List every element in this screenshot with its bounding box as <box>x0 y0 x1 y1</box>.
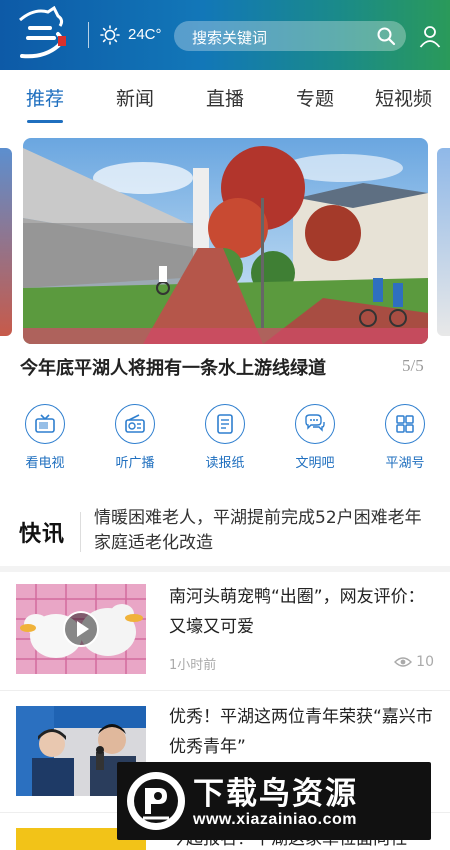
video-play-icon[interactable] <box>62 610 100 648</box>
tab-topics[interactable]: 专题 <box>296 84 334 111</box>
flash-logo-text: 快讯 <box>19 522 66 547</box>
newspaper-icon <box>217 414 233 434</box>
category-tabs: 推荐 新闻 直播 专题 短视频 <box>0 70 450 123</box>
news-title[interactable]: 优秀！平湖这两位青年荣获“嘉兴市优秀青年” <box>169 702 437 762</box>
nav-read-newspaper[interactable]: 读报纸 <box>190 404 260 471</box>
tab-news[interactable]: 新闻 <box>116 84 154 111</box>
flash-news[interactable]: 快讯 情暖困难老人，平湖提前完成52户困难老年家庭适老化改造 <box>0 504 450 560</box>
tab-recommend[interactable]: 推荐 <box>26 84 64 111</box>
active-tab-indicator <box>27 120 63 123</box>
section-separator <box>0 566 450 572</box>
watermark-url: www.xiazainiao.com <box>193 811 358 828</box>
nav-pinghu-account[interactable]: 平湖号 <box>370 404 440 471</box>
carousel-caption[interactable]: 今年底平湖人将拥有一条水上游线绿道 <box>20 354 326 380</box>
search-icon[interactable] <box>376 26 396 46</box>
tab-short-video[interactable]: 短视频 <box>375 84 432 111</box>
temperature: 24C° <box>128 26 162 43</box>
flash-divider <box>80 512 81 552</box>
news-thumbnail[interactable] <box>16 584 146 674</box>
carousel-next-slide[interactable] <box>437 148 450 336</box>
news-time: 1小时前 <box>169 658 217 673</box>
radio-icon <box>125 414 145 433</box>
news-title[interactable]: 南河头萌宠鸭“出圈”，网友评价：又壕又可爱 <box>169 582 437 642</box>
nav-watch-tv-label: 看电视 <box>25 456 65 471</box>
watermark-title: 下载鸟资源 <box>193 776 358 812</box>
nav-listen-radio-label: 听广播 <box>115 456 155 471</box>
nav-watch-tv[interactable]: 看电视 <box>10 404 80 471</box>
carousel-prev-slide[interactable] <box>0 148 12 336</box>
flash-news-logo: 快讯 <box>19 516 73 547</box>
nav-read-newspaper-label: 读报纸 <box>205 456 245 471</box>
quick-nav: 看电视 听广播 读报纸 文明吧 平湖号 <box>0 404 450 484</box>
news-views-count: 10 <box>416 654 434 670</box>
watermark-overlay: 下载鸟资源 www.xiazainiao.com <box>117 762 431 840</box>
eye-icon <box>394 657 413 667</box>
flash-news-text[interactable]: 情暖困难老人，平湖提前完成52户困难老年家庭适老化改造 <box>94 506 424 556</box>
greenway-rendering <box>23 138 428 344</box>
app-logo[interactable] <box>14 6 76 62</box>
header-divider <box>88 22 89 48</box>
divider <box>0 690 450 691</box>
news-views: 10 <box>394 654 434 670</box>
chat-bubbles-icon <box>305 414 325 432</box>
sun-icon <box>100 25 120 45</box>
user-icon[interactable] <box>418 24 442 48</box>
nav-pinghu-account-label: 平湖号 <box>385 456 425 471</box>
search-bar[interactable]: 搜索关键词 <box>174 21 406 51</box>
nav-civilization-bar-label: 文明吧 <box>295 456 335 471</box>
tab-live[interactable]: 直播 <box>206 84 244 111</box>
watermark-logo <box>127 772 185 830</box>
nav-listen-radio[interactable]: 听广播 <box>100 404 170 471</box>
news-item[interactable]: 南河头萌宠鸭“出圈”，网友评价：又壕又可爱 1小时前 10 <box>0 574 450 690</box>
tv-icon <box>35 414 55 433</box>
carousel-image[interactable] <box>23 138 428 344</box>
search-input[interactable]: 搜索关键词 <box>192 27 267 48</box>
carousel-counter: 5/5 <box>402 356 424 375</box>
nav-civilization-bar[interactable]: 文明吧 <box>280 404 350 471</box>
app-header: 24C° 搜索关键词 <box>0 0 450 70</box>
grid-apps-icon <box>396 415 414 433</box>
